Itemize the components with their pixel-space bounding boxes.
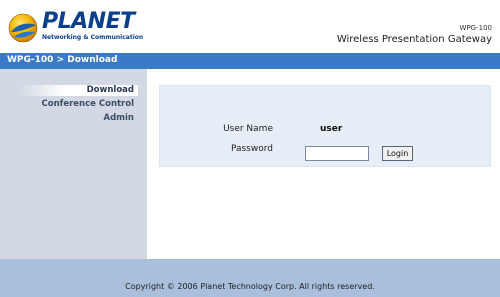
logo-text: PLANET — [42, 9, 135, 34]
sidebar-item-admin[interactable]: Admin — [18, 113, 138, 124]
model-label: WPG-100 — [459, 24, 492, 32]
page: PLANET Networking & Communication WPG-10… — [0, 0, 500, 297]
password-input[interactable] — [305, 146, 369, 161]
user-name-value: user — [320, 124, 343, 134]
header: PLANET Networking & Communication WPG-10… — [0, 0, 500, 53]
copyright-text: Copyright © 2006 Planet Technology Corp.… — [125, 282, 375, 291]
product-name: Wireless Presentation Gateway — [336, 34, 492, 45]
user-name-label: User Name — [223, 124, 273, 134]
login-panel: User Name user Password Login — [159, 85, 491, 167]
logo-tagline: Networking & Communication — [42, 34, 144, 41]
planet-logo: PLANET Networking & Communication — [8, 9, 143, 44]
breadcrumb: WPG-100 > Download — [7, 55, 118, 65]
login-button[interactable]: Login — [382, 146, 413, 161]
breadcrumb-bar: WPG-100 > Download — [0, 53, 500, 69]
sidebar-item-download[interactable]: Download — [18, 85, 138, 96]
main-content: User Name user Password Login — [147, 69, 500, 259]
sidebar: Download Conference Control Admin — [0, 69, 147, 259]
password-label: Password — [230, 144, 273, 154]
globe-icon — [8, 13, 38, 43]
footer: Copyright © 2006 Planet Technology Corp.… — [0, 259, 500, 297]
sidebar-item-conference-control[interactable]: Conference Control — [18, 99, 138, 110]
